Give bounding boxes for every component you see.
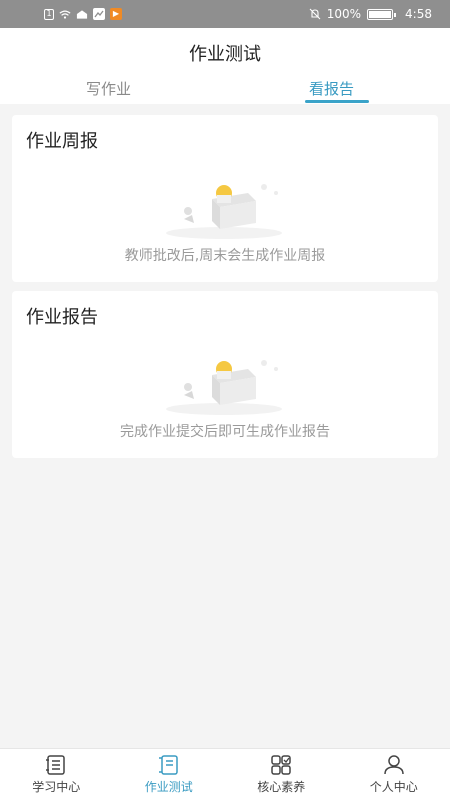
weekly-report-card: 作业周报 教师批改后,周末会生成作业周报: [12, 115, 438, 282]
header: 作业测试 写作业 看报告: [0, 28, 450, 104]
grid-icon: [271, 755, 291, 775]
tab-write-homework[interactable]: 写作业: [86, 78, 131, 99]
nav-homework-test[interactable]: 作业测试: [113, 749, 226, 800]
empty-message: 完成作业提交后即可生成作业报告: [120, 424, 330, 440]
status-icons-left: 1 ▶: [44, 8, 122, 20]
battery-icon: [367, 8, 397, 20]
app-notification-icon: [93, 8, 105, 20]
sim-card-icon: 1: [44, 8, 54, 20]
homework-report-card: 作业报告 完成作业提交后即可生成作业报告: [12, 291, 438, 458]
person-icon: [384, 755, 404, 775]
card-title: 作业周报: [26, 131, 98, 152]
book-list-icon: [46, 755, 65, 775]
card-title: 作业报告: [26, 307, 98, 328]
mute-bell-icon: [309, 8, 321, 20]
bottom-nav: 学习中心 作业测试 核心素养 个人中心: [0, 748, 450, 800]
nav-label: 个人中心: [369, 780, 418, 794]
empty-message: 教师批改后,周末会生成作业周报: [124, 248, 326, 264]
homework-icon: [158, 755, 178, 775]
active-tab-indicator: [305, 100, 369, 103]
video-app-icon: ▶: [110, 8, 122, 20]
wifi-icon: [59, 9, 71, 20]
battery-percent: 100%: [326, 7, 362, 21]
status-bar: 1 ▶ 100% 4:58: [0, 0, 450, 28]
nav-label: 核心素养: [257, 780, 306, 794]
tab-view-report[interactable]: 看报告: [309, 78, 354, 99]
nav-personal-center[interactable]: 个人中心: [338, 749, 450, 800]
page-title: 作业测试: [189, 44, 261, 65]
nav-label: 学习中心: [32, 780, 81, 794]
nav-core-literacy[interactable]: 核心素养: [225, 749, 338, 800]
clock: 4:58: [405, 7, 432, 21]
empty-box-illustration: [166, 184, 282, 239]
nav-label: 作业测试: [144, 780, 193, 794]
nav-learning-center[interactable]: 学习中心: [0, 749, 113, 800]
empty-box-illustration: [166, 360, 282, 415]
home-app-icon: [76, 9, 88, 20]
status-icons-right: 100% 4:58: [309, 7, 432, 21]
